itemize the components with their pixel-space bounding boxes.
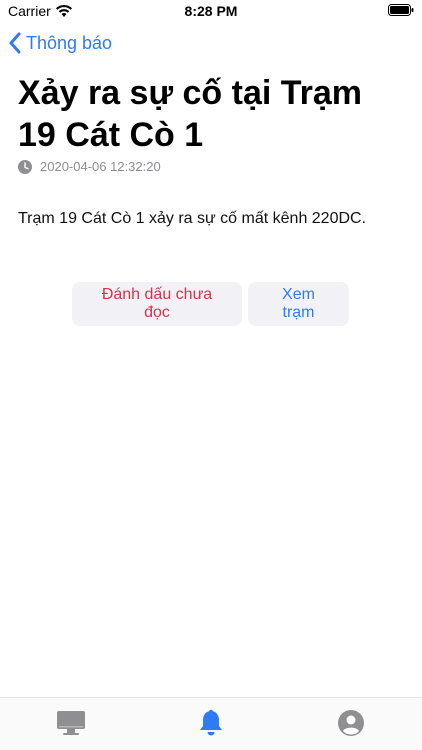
tab-notifications[interactable] — [196, 708, 226, 738]
status-bar: Carrier 8:28 PM — [0, 0, 422, 22]
tab-bar — [0, 697, 422, 750]
mark-unread-button[interactable]: Đánh dấu chưa đọc — [72, 282, 242, 326]
clock-icon — [18, 159, 32, 174]
page-title: Xảy ra sự cố tại Trạm 19 Cát Cò 1 — [18, 74, 363, 154]
chevron-left-icon — [9, 32, 21, 54]
battery-icon — [388, 4, 414, 16]
monitor-icon — [57, 711, 85, 735]
tab-monitor[interactable] — [56, 708, 86, 738]
clock-time: 8:28 PM — [184, 3, 238, 19]
view-station-button[interactable]: Xem trạm — [248, 282, 349, 326]
back-label: Thông báo — [26, 32, 113, 53]
tab-profile[interactable] — [336, 708, 366, 738]
timestamp-row: 2020-04-06 12:32:20 — [18, 159, 161, 174]
action-buttons: Đánh dấu chưa đọc Xem trạm — [72, 282, 349, 326]
profile-icon — [338, 710, 364, 736]
back-button[interactable]: Thông báo — [8, 30, 112, 56]
bell-icon — [200, 709, 222, 736]
notification-message: Trạm 19 Cát Cò 1 xảy ra sự cố mất kênh 2… — [18, 210, 367, 227]
timestamp-text: 2020-04-06 12:32:20 — [40, 159, 161, 174]
